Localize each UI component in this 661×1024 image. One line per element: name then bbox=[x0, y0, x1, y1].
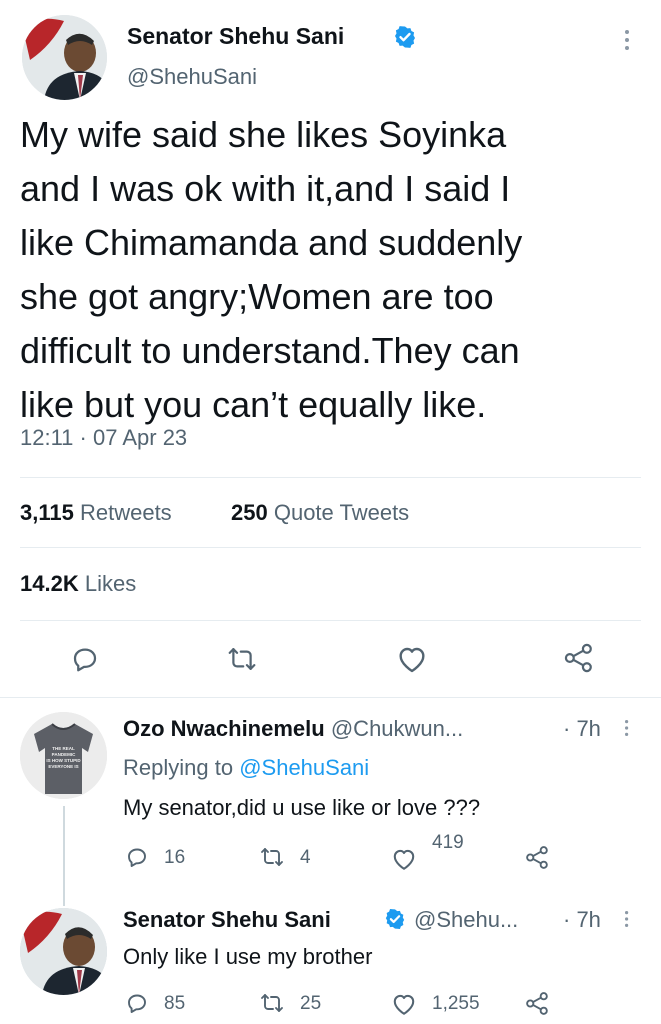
reply-avatar[interactable] bbox=[20, 908, 107, 995]
section-divider bbox=[0, 697, 661, 698]
reply-time[interactable]: · 7h bbox=[563, 716, 601, 742]
quotes-count: 250 bbox=[231, 500, 268, 525]
author-avatar[interactable] bbox=[22, 15, 107, 100]
reply-header: Ozo Nwachinemelu @Chukwun... bbox=[123, 716, 463, 742]
tweet-timestamp[interactable]: 12:11 · 07 Apr 23 bbox=[20, 425, 187, 451]
share-icon[interactable] bbox=[524, 845, 551, 870]
reply-avatar[interactable]: THE REAL PANDEMIC IS HOW STUPID EVERYONE… bbox=[20, 712, 107, 799]
like-count: 1,255 bbox=[432, 993, 480, 1014]
reply-icon[interactable] bbox=[125, 845, 149, 869]
quotes-stat[interactable]: 250 Quote Tweets bbox=[231, 500, 409, 526]
reply-time[interactable]: · 7h bbox=[563, 907, 601, 933]
reply-author-handle[interactable]: @Shehu... bbox=[414, 907, 518, 933]
retweets-label: Retweets bbox=[79, 500, 172, 525]
reply-icon[interactable] bbox=[125, 991, 149, 1015]
reply-author-name[interactable]: Senator Shehu Sani bbox=[123, 907, 331, 932]
divider bbox=[20, 547, 641, 548]
reply-count: 85 bbox=[164, 993, 186, 1014]
replying-to-link[interactable]: @ShehuSani bbox=[239, 755, 369, 780]
reply-header: Senator Shehu Sani bbox=[123, 907, 331, 933]
retweet-count: 25 bbox=[300, 993, 322, 1014]
retweets-count: 3,115 bbox=[20, 500, 74, 525]
reply-author-handle[interactable]: @Chukwun... bbox=[331, 716, 463, 741]
retweet-icon[interactable] bbox=[226, 644, 258, 674]
likes-label: Likes bbox=[84, 571, 137, 596]
reply-text: My senator,did u use like or love ??? bbox=[123, 795, 481, 820]
retweet-icon[interactable] bbox=[259, 991, 285, 1015]
reply-icon[interactable] bbox=[70, 644, 100, 674]
like-icon[interactable] bbox=[396, 644, 428, 674]
likes-count: 14.2K bbox=[20, 571, 79, 596]
tweet-text-line: like Chimamanda and suddenly bbox=[20, 222, 523, 263]
like-icon[interactable] bbox=[391, 847, 417, 871]
likes-stat[interactable]: 14.2K Likes bbox=[20, 571, 136, 597]
like-count: 419 bbox=[432, 832, 464, 853]
more-options-icon[interactable] bbox=[625, 720, 629, 739]
svg-text:IS HOW STUPID: IS HOW STUPID bbox=[46, 758, 81, 763]
tweet-text: My wife said she likes Soyinka and I was… bbox=[20, 108, 522, 432]
svg-text:EVERYONE IS: EVERYONE IS bbox=[48, 764, 78, 769]
tweet-text-line: she got angry;Women are too bbox=[20, 276, 494, 317]
replying-to: Replying to @ShehuSani bbox=[123, 755, 369, 781]
author-handle[interactable]: @ShehuSani bbox=[127, 64, 257, 90]
svg-text:PANDEMIC: PANDEMIC bbox=[52, 752, 76, 757]
reply-text: Only like I use my brother bbox=[123, 944, 373, 969]
verified-badge-icon bbox=[384, 908, 406, 930]
divider bbox=[20, 620, 641, 621]
author-name[interactable]: Senator Shehu Sani bbox=[127, 23, 344, 50]
retweets-stat[interactable]: 3,115 Retweets bbox=[20, 500, 172, 526]
svg-text:THE REAL: THE REAL bbox=[52, 746, 75, 751]
tweet-text-line: My wife said she likes Soyinka bbox=[20, 114, 507, 155]
quotes-label: Quote Tweets bbox=[273, 500, 410, 525]
like-icon[interactable] bbox=[391, 992, 417, 1016]
replying-to-prefix: Replying to bbox=[123, 755, 234, 780]
reply-author-name[interactable]: Ozo Nwachinemelu bbox=[123, 716, 325, 741]
divider bbox=[20, 477, 641, 478]
more-options-icon[interactable] bbox=[625, 30, 629, 54]
tweet-text-line: difficult to understand.They can bbox=[20, 330, 520, 371]
share-icon[interactable] bbox=[562, 642, 596, 674]
verified-badge-icon bbox=[393, 25, 417, 49]
retweet-icon[interactable] bbox=[259, 845, 285, 869]
more-options-icon[interactable] bbox=[625, 911, 629, 930]
reply-thread-line bbox=[63, 806, 65, 906]
tweet-text-line: and I was ok with it,and I said I bbox=[20, 168, 511, 209]
share-icon[interactable] bbox=[524, 991, 551, 1016]
retweet-count: 4 bbox=[300, 847, 311, 868]
tweet-text-line: like but you can’t equally like. bbox=[20, 384, 487, 425]
reply-count: 16 bbox=[164, 847, 186, 868]
